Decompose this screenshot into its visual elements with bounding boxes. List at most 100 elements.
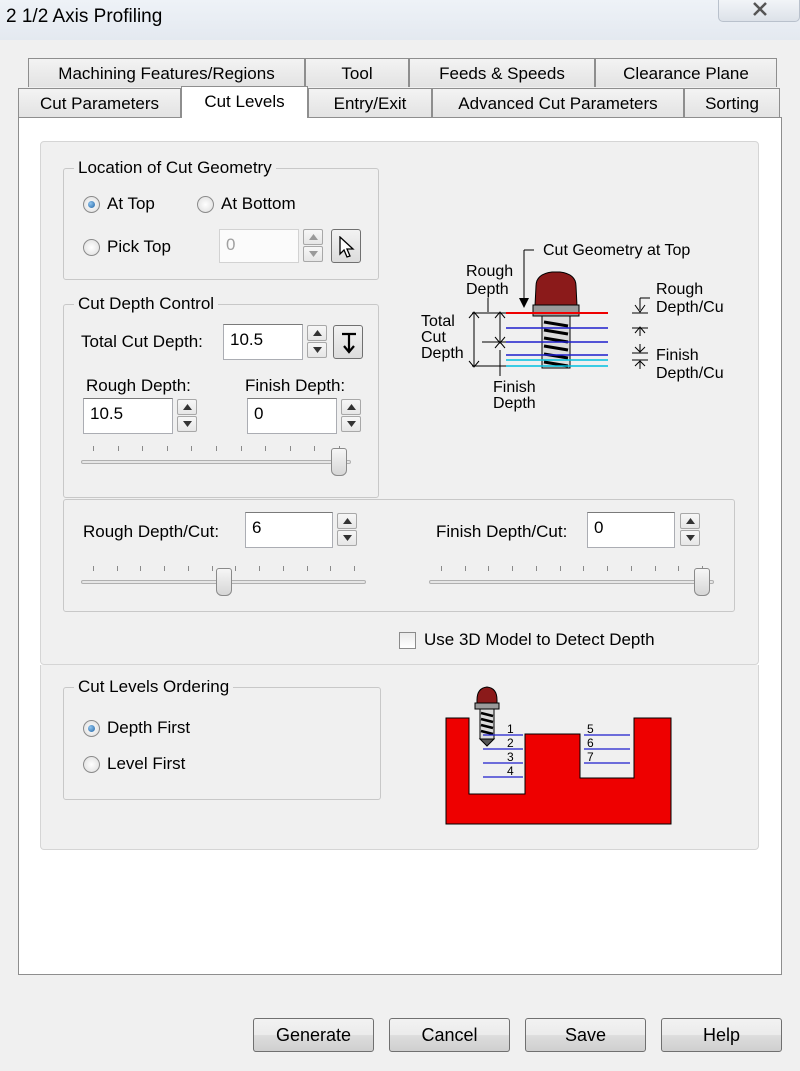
generate-button[interactable]: Generate: [253, 1018, 374, 1052]
radio-dot: [83, 719, 100, 737]
slider-thumb[interactable]: [331, 448, 347, 476]
slider-tick: [140, 566, 142, 571]
pick-top-input[interactable]: 0: [219, 229, 299, 263]
rough-depth-spinner[interactable]: [177, 399, 197, 432]
at-top-radio[interactable]: At Top: [83, 194, 155, 214]
spin-down[interactable]: [303, 246, 323, 262]
help-button[interactable]: Help: [661, 1018, 782, 1052]
radio-dot: [83, 195, 100, 213]
level-2: 2: [507, 736, 514, 750]
slider-tick: [93, 446, 94, 451]
slider-tick: [678, 566, 680, 571]
tab-tool[interactable]: Tool: [305, 58, 409, 87]
slider-tick: [330, 566, 332, 571]
slider-tick: [211, 566, 213, 571]
checkbox-box: [399, 631, 416, 649]
tab-machining-features[interactable]: Machining Features/Regions: [28, 58, 305, 87]
pick-top-spinner[interactable]: [303, 229, 323, 262]
spin-down[interactable]: [177, 416, 197, 432]
tab-cut-levels[interactable]: Cut Levels: [181, 86, 308, 118]
use-3d-model-checkbox[interactable]: Use 3D Model to Detect Depth: [399, 630, 655, 650]
location-group: Location of Cut Geometry: [63, 158, 379, 280]
spin-up[interactable]: [303, 229, 323, 245]
spin-down[interactable]: [341, 416, 361, 432]
slider-tick: [166, 446, 168, 451]
finish-depth-input[interactable]: 0: [247, 398, 337, 434]
spin-down[interactable]: [337, 530, 357, 546]
slider-tick: [142, 446, 144, 451]
finish-depth-cut-label: Finish Depth/Cut:: [436, 522, 568, 541]
cancel-button[interactable]: Cancel: [389, 1018, 510, 1052]
level-6: 6: [587, 736, 594, 750]
tab-advanced-cut-parameters[interactable]: Advanced Cut Parameters: [432, 88, 684, 117]
total-depth-label-1: Total: [421, 313, 455, 330]
save-button[interactable]: Save: [525, 1018, 646, 1052]
spin-up[interactable]: [341, 399, 361, 415]
tab-entry-exit[interactable]: Entry/Exit: [308, 88, 432, 117]
rough-depth-cut-spinner[interactable]: [337, 513, 357, 546]
slider-tick: [164, 566, 166, 571]
finish-depth-spinner[interactable]: [341, 399, 361, 432]
finish-depth-cut-label-2: Depth/Cut: [656, 365, 724, 382]
cut-depth-group-title: Cut Depth Control: [74, 294, 219, 314]
pick-top-button[interactable]: [331, 229, 361, 263]
spin-down[interactable]: [307, 342, 327, 358]
slider-tick: [583, 566, 585, 571]
level-1: 1: [507, 722, 514, 736]
finish-depth-cut-input[interactable]: 0: [587, 512, 675, 548]
spin-up[interactable]: [337, 513, 357, 529]
slider-tick: [93, 566, 94, 571]
slider-tick: [354, 566, 355, 571]
ordering-diagram: 1 2 3 4 5 6 7: [445, 686, 672, 825]
tab-clearance-plane[interactable]: Clearance Plane: [595, 58, 777, 87]
finish-depth-label: Finish Depth:: [245, 376, 346, 395]
slider-tick: [654, 566, 656, 571]
slider-thumb[interactable]: [215, 568, 232, 596]
spin-up[interactable]: [177, 399, 197, 415]
close-button[interactable]: [718, 0, 800, 22]
finish-depth-cut-label-1: Finish: [656, 347, 699, 364]
slider-tick: [259, 566, 261, 571]
rough-depth-input[interactable]: 10.5: [83, 398, 173, 434]
level-first-radio[interactable]: Level First: [83, 754, 185, 774]
pick-top-label: Pick Top: [107, 237, 171, 256]
total-cut-depth-input[interactable]: 10.5: [223, 324, 303, 360]
slider-ticks: [81, 446, 351, 452]
slider-tick: [235, 566, 237, 571]
measure-depth-button[interactable]: [333, 325, 363, 359]
rough-depth-cut-slider[interactable]: [81, 558, 366, 598]
slider-tick: [630, 566, 632, 571]
total-cut-depth-spinner[interactable]: [307, 325, 327, 358]
finish-depth-label-2: Depth: [493, 395, 536, 412]
slider-thumb[interactable]: [694, 568, 710, 596]
level-7: 7: [587, 750, 594, 764]
rough-depth-cut-input[interactable]: 6: [245, 512, 333, 548]
depth-first-label: Depth First: [107, 718, 191, 737]
pick-top-radio[interactable]: Pick Top: [83, 237, 171, 257]
spin-up[interactable]: [307, 325, 327, 341]
total-cut-depth-label: Total Cut Depth:: [81, 332, 203, 351]
rough-depth-cut-label: Rough Depth/Cut:: [83, 522, 220, 541]
spin-up[interactable]: [680, 513, 700, 529]
slider-tick: [265, 446, 267, 451]
slider-tick: [607, 566, 609, 571]
tab-feeds-speeds[interactable]: Feeds & Speeds: [409, 58, 595, 87]
level-4: 4: [507, 764, 514, 778]
slider-tick: [191, 446, 193, 451]
spin-down[interactable]: [680, 530, 700, 546]
rough-depth-label-1: Rough: [466, 263, 513, 280]
tab-sorting[interactable]: Sorting: [684, 88, 780, 117]
ordering-group: Cut Levels Ordering: [63, 677, 381, 800]
rough-depth-cut-label-2: Depth/Cut: [656, 299, 724, 316]
depth-first-radio[interactable]: Depth First: [83, 718, 190, 738]
level-first-label: Level First: [107, 754, 186, 773]
window-title: 2 1/2 Axis Profiling: [6, 6, 163, 27]
finish-depth-cut-slider[interactable]: [429, 558, 714, 598]
slider-tick: [559, 566, 561, 571]
finish-depth-cut-spinner[interactable]: [680, 513, 700, 546]
rough-depth-cut-label-1: Rough: [656, 281, 703, 298]
title-bar: 2 1/2 Axis Profiling: [0, 0, 800, 40]
at-bottom-radio[interactable]: At Bottom: [197, 194, 296, 214]
depth-split-slider[interactable]: [81, 438, 351, 478]
tab-cut-parameters[interactable]: Cut Parameters: [18, 88, 181, 117]
